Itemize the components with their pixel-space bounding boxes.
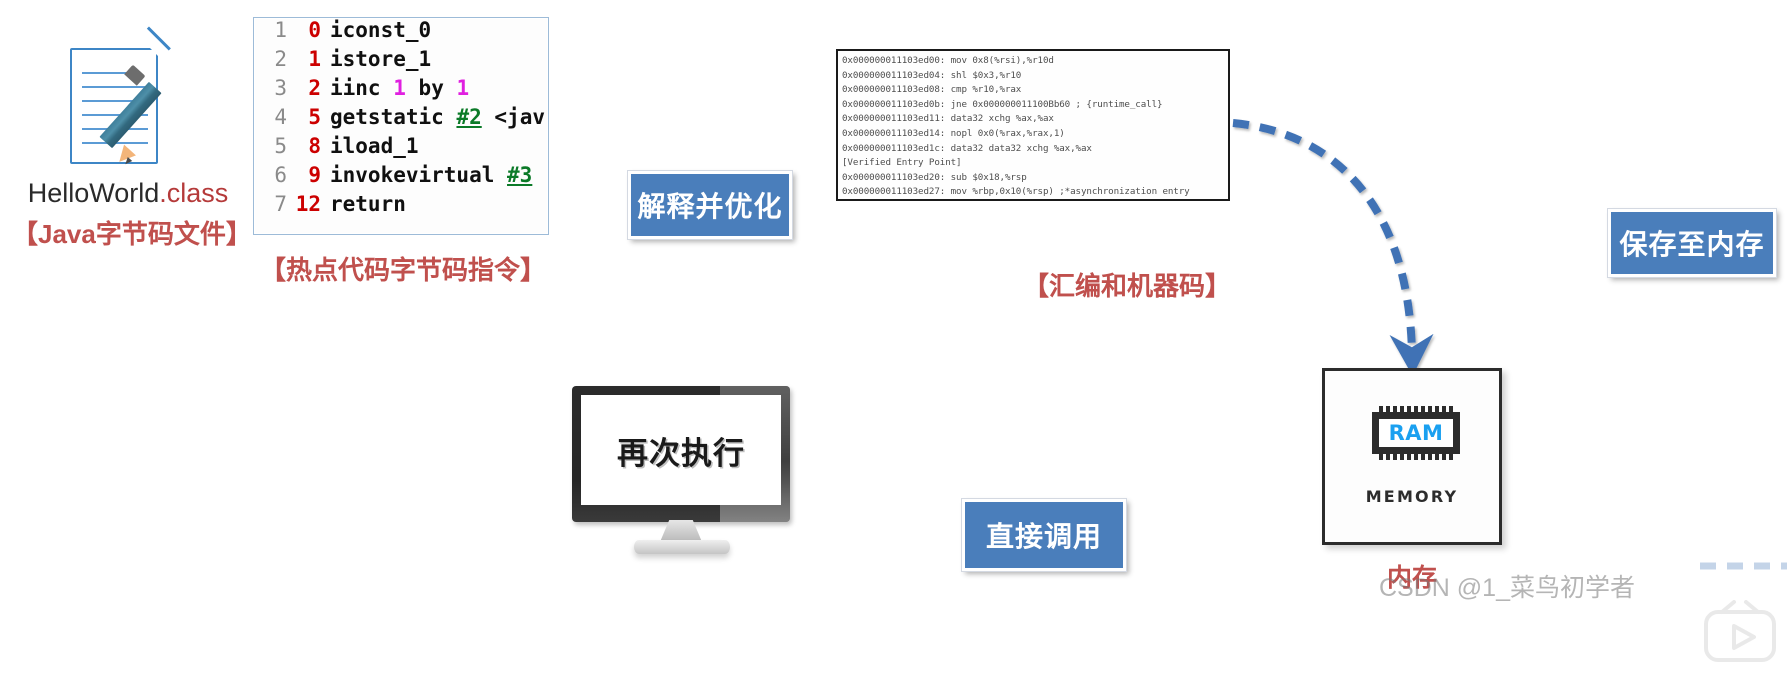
assembly-line: 0x000000011103ed14: nopl 0x0(%rax,%rax,1… xyxy=(842,127,1065,139)
bytecode-line-number: 6 xyxy=(274,163,287,187)
file-caption-label: 【Java字节码文件】 xyxy=(12,219,252,249)
callout-interpret-label: 解释并优化 xyxy=(637,191,783,222)
bytecode-row: 6 9 invokevirtual #3 xyxy=(254,163,548,192)
ram-chip-body: RAM xyxy=(1372,412,1460,454)
bytecode-row: 3 2 iinc 1 by 1 xyxy=(254,76,548,105)
watermark-logo-icon xyxy=(1704,600,1776,662)
bytecode-constpool-ref[interactable]: #2 xyxy=(456,105,481,129)
monitor-screen: 再次执行 xyxy=(581,395,781,505)
bytecode-row: 1 0 iconst_0 xyxy=(254,18,548,47)
assembly-line: 0x000000011103ed27: mov %rbp,0x10(%rsp) … xyxy=(842,186,1190,198)
bytecode-keyword: by xyxy=(418,76,444,100)
bytecode-opcode: return xyxy=(330,192,406,216)
memory-box-label: MEMORY xyxy=(1365,487,1459,506)
bytecode-opcode: iinc xyxy=(330,76,381,100)
bytecode-opcode: iload_1 xyxy=(330,134,419,158)
bytecode-offset: 1 xyxy=(308,47,321,71)
bytecode-opcode: iconst_0 xyxy=(330,18,432,42)
assembly-caption-label: 【汇编和机器码】 xyxy=(1022,271,1231,301)
document-fold-icon xyxy=(149,47,171,69)
bytecode-line-number: 4 xyxy=(274,105,287,129)
bytecode-row: 5 8 iload_1 xyxy=(254,134,548,163)
bytecode-line-number: 2 xyxy=(274,47,287,71)
file-name-label: HelloWorld.class xyxy=(12,178,244,209)
assembly-line: 0x000000011103ed1c: data32 data32 xchg %… xyxy=(842,142,1092,154)
arrow-assembly-to-memory xyxy=(1232,119,1434,376)
bytecode-arg2: 1 xyxy=(456,76,470,100)
bytecode-opcode: invokevirtual xyxy=(330,163,495,187)
bytecode-constpool-ref[interactable]: #3 xyxy=(507,163,532,187)
bytecode-line-number: 1 xyxy=(274,18,287,42)
helloworld-class-icon xyxy=(70,26,171,178)
bytecode-opcode: getstatic xyxy=(330,105,444,129)
ram-chip-icon: RAM xyxy=(1372,406,1460,460)
bytecode-row: 2 1 istore_1 xyxy=(254,47,548,76)
bytecode-offset: 8 xyxy=(308,134,321,158)
bytecode-arg: 1 xyxy=(393,76,406,100)
bytecode-opcode: istore_1 xyxy=(330,47,432,71)
diagram-canvas: HelloWorld.class 【Java字节码文件】 1 0 iconst_… xyxy=(0,0,1787,691)
file-name-ext: .class xyxy=(159,178,229,208)
assembly-line: 0x000000011103ed0b: jne 0x000000011100Bb… xyxy=(842,98,1163,110)
memory-node: RAM MEMORY xyxy=(1322,368,1502,545)
bytecode-offset: 5 xyxy=(308,105,321,129)
callout-save-to-memory[interactable]: 保存至内存 xyxy=(1607,208,1777,278)
bytecode-line-number: 3 xyxy=(274,76,287,100)
bytecode-panel: 1 0 iconst_0 2 1 istore_1 3 2 iinc 1 by … xyxy=(253,17,549,235)
assembly-code-panel: 0x000000011103ed00: mov 0x8(%rsi),%r10d … xyxy=(836,49,1230,201)
monitor-screen-label: 再次执行 xyxy=(617,435,745,471)
bytecode-row: 4 5 getstatic #2 <jav xyxy=(254,105,548,134)
monitor-stand-base xyxy=(634,540,730,554)
callout-interpret-and-optimize[interactable]: 解释并优化 xyxy=(627,170,793,240)
bytecode-line-number: 5 xyxy=(274,134,287,158)
callout-direct-label: 直接调用 xyxy=(985,521,1102,552)
bytecode-line-number: 7 xyxy=(274,192,287,216)
monitor-icon: 再次执行 xyxy=(572,386,790,554)
assembly-line: [Verified Entry Point] xyxy=(842,157,962,169)
assembly-line: 0x000000011103ed20: sub $0x18,%rsp xyxy=(842,171,1027,183)
bytecode-offset: 9 xyxy=(308,163,321,187)
monitor-stand-neck xyxy=(660,520,702,542)
watermark-text: CSDN @1_菜鸟初学者 xyxy=(1379,574,1635,602)
bytecode-operand-text: <jav xyxy=(494,105,545,129)
assembly-line: 0x000000011103ed11: data32 xchg %ax,%ax xyxy=(842,113,1054,125)
assembly-line: 0x000000011103ed08: cmp %r10,%rax xyxy=(842,84,1022,96)
ram-chip-label: RAM xyxy=(1388,421,1444,445)
file-name-main: HelloWorld xyxy=(27,178,160,208)
bytecode-caption-label: 【热点代码字节码指令】 xyxy=(259,255,546,285)
assembly-line: 0x000000011103ed04: shl $0x3,%r10 xyxy=(842,69,1022,81)
callout-direct-call[interactable]: 直接调用 xyxy=(961,498,1127,572)
bytecode-row: 7 12 return xyxy=(254,192,548,221)
callout-save-label: 保存至内存 xyxy=(1619,229,1765,260)
assembly-line: 0x000000011103ed00: mov 0x8(%rsi),%r10d xyxy=(842,55,1054,66)
assembly-line: ; - SandboxTest::a0-1 (line 5) xyxy=(842,200,1228,201)
bytecode-offset: 12 xyxy=(295,192,321,216)
bytecode-offset: 2 xyxy=(308,76,321,100)
bytecode-offset: 0 xyxy=(308,18,321,42)
